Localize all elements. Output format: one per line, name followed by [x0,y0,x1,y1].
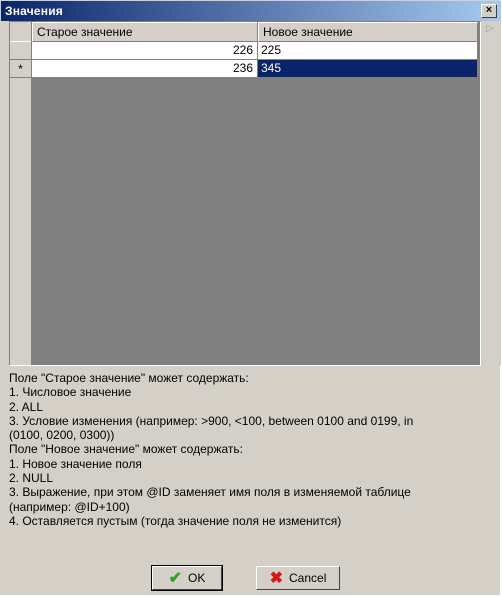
cancel-label: Cancel [289,571,327,585]
help-line: 3. Выражение, при этом @ID заменяет имя … [9,485,411,500]
right-scroll-strip[interactable]: ▷ [481,21,501,366]
help-line: 1. Числовое значение [9,385,132,400]
cell-new-value-selected[interactable]: 345 [258,60,478,78]
ok-button[interactable]: ✔ OK [151,565,223,591]
help-text: Поле "Старое значение" может содержать: … [9,371,497,528]
values-grid[interactable]: * Старое значение Новое значение 226 225… [9,21,481,366]
row-indicator-column: * [10,22,32,365]
column-header-new[interactable]: Новое значение [258,22,478,42]
column-header-old[interactable]: Старое значение [32,22,258,42]
help-line: 3. Условие изменения (например: >900, <1… [9,413,414,428]
indicator-header [10,22,31,42]
checkmark-icon: ✔ [168,570,183,587]
help-line: 4. Оставляется пустым (тогда значение по… [9,513,342,528]
close-button[interactable]: × [481,4,497,18]
help-line: (0100, 0200, 0300)) [9,428,115,443]
right-arrow-icon[interactable]: ▷ [486,23,494,34]
cancel-button[interactable]: ✖ Cancel [256,566,340,590]
help-line: Поле "Новое значение" может содержать: [9,442,243,457]
cell-old-value[interactable]: 226 [32,42,258,60]
x-icon: ✖ [269,570,284,587]
help-line: Поле "Старое значение" может содержать: [9,371,249,385]
title-bar[interactable]: Значения × [1,1,501,21]
row-indicator[interactable]: * [10,60,31,78]
help-line: 2. ALL [9,399,44,414]
window-title: Значения [5,4,64,18]
ok-label: OK [188,571,206,585]
close-icon: × [485,4,493,16]
help-line: 1. Новое значение поля [9,456,142,471]
help-line: 2. NULL [9,471,54,486]
help-line: (например: @ID+100) [9,499,130,514]
cell-new-value[interactable]: 225 [258,42,478,60]
cell-old-value[interactable]: 236 [32,60,258,78]
row-indicator[interactable] [10,42,31,60]
values-dialog: Значения × ◁ ▷ * Старое значение Новое з… [0,0,501,595]
